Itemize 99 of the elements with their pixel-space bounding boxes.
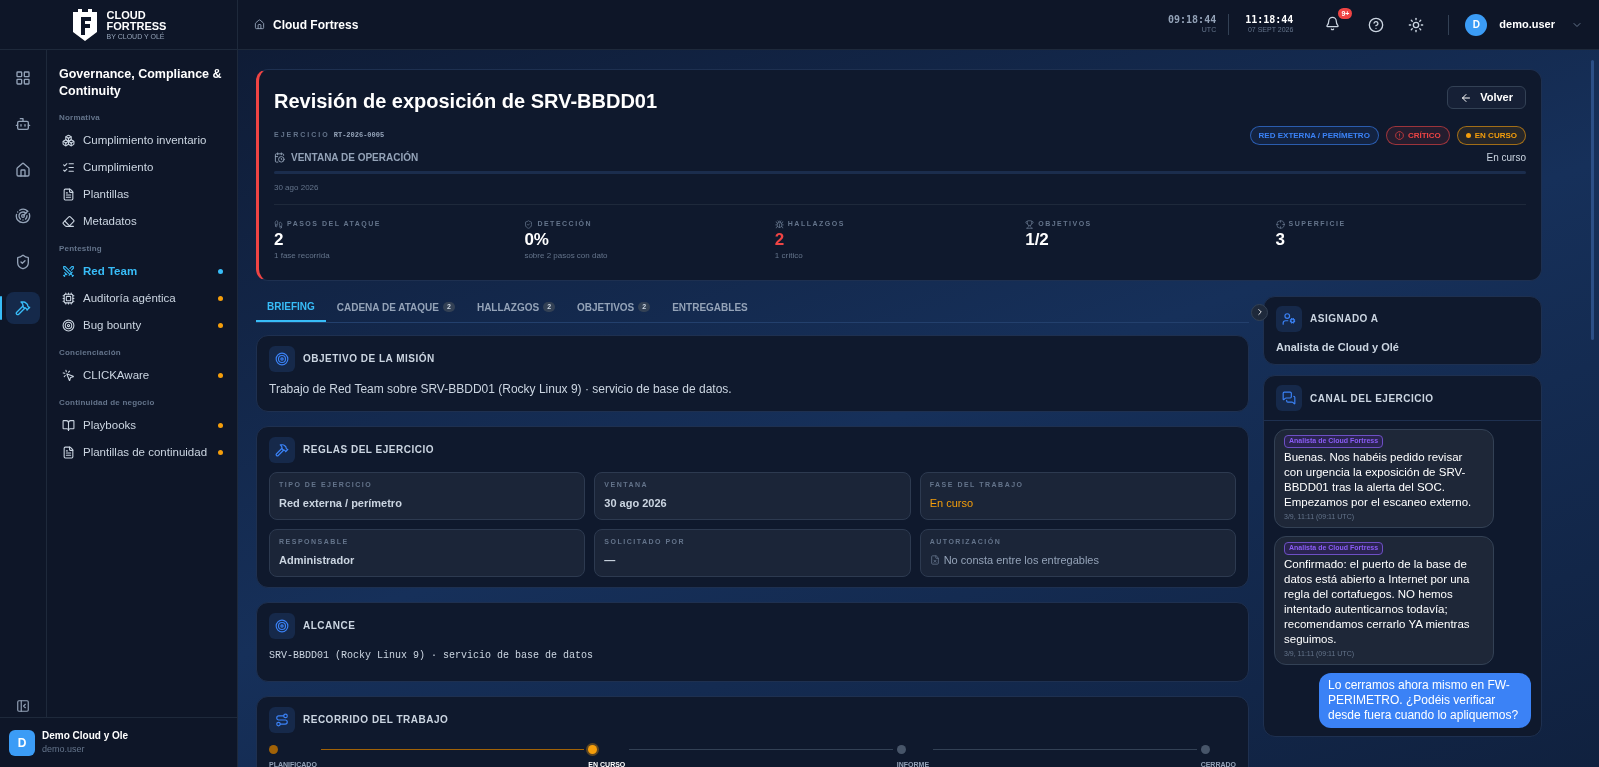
window-label: VENTANA DE OPERACIÓN [291,150,419,165]
hammer-icon [15,300,31,316]
field-value: En curso [929,496,974,511]
user-name[interactable]: demo.user [1499,16,1555,33]
mission-text: Trabajo de Red Team sobre SRV-BBDD01 (Rocky Linux 9) · servicio de base de datos. [269,380,733,398]
card-title: RECORRIDO DEL TRABAJO [303,713,449,727]
logo-icon [70,7,99,42]
chip-icon [62,292,75,305]
document-icon [62,446,75,459]
brand-name: CLOUD [106,9,147,21]
radar-icon [15,208,31,224]
window-status: En curso [1486,151,1526,165]
message-text: Buenas. Nos habéis pedido revisar con urgencia la exposición de SRV-BBDD01 tras la alerta del SOC. Empezamos por el escaneo externo. [1284,449,1473,510]
route-icon [269,706,295,733]
tag: CRÍTICO [1385,126,1450,145]
nav-title: Governance, Compliance & Continuity [59,66,223,100]
scope-text: SRV-BBDD01 (Rocky Linux 9) · servicio de base de datos [269,648,595,663]
target-icon [62,319,75,332]
crosshair-icon [1275,219,1285,229]
nav-item[interactable]: Red Team [59,258,225,285]
field-value: — [604,553,616,568]
missing-file-icon [929,555,940,566]
page-title: Revisión de exposición de SRV-BBDD01 [274,89,658,114]
alert-icon [1394,131,1404,140]
hammer-icon [269,436,295,463]
boxes-icon [62,134,75,147]
tag: EN CURSO [1456,126,1526,145]
book-icon [62,419,75,432]
back-button[interactable]: Volver [1447,86,1526,109]
scrollbar[interactable] [1591,60,1594,340]
robot-icon [15,116,31,132]
home-icon [15,162,31,178]
nav-item[interactable]: Cumplimiento inventario [59,127,225,154]
card-title: ALCANCE [303,619,356,633]
brand-name: FORTRESS [106,20,167,32]
theme-icon[interactable] [1408,16,1425,33]
tab[interactable]: ENTREGABLES [661,295,759,322]
tab[interactable]: BRIEFING [256,295,326,322]
stat-note: 1 crítico [774,249,804,262]
stat-value: 2 [774,229,786,250]
stat-value: 1/2 [1025,229,1050,250]
bug-icon [774,219,784,229]
shield-icon [15,254,31,270]
message-text: Confirmado: el puerto de la base de datos está abierto a Internet por una regla del cortafuegos. NO hemos intentado autenticarnos todavía; recomendamos cerrarlo YA mientras seguimos. [1284,556,1471,647]
nav-section-heading: Pentesting [59,243,103,255]
nav-section-heading: Concienciación [59,347,122,359]
footprints-icon [274,219,283,229]
arrow-left-icon [1460,91,1473,104]
trophy-icon [1025,219,1035,229]
nav-section-heading: Normativa [59,112,101,124]
calendar-icon [274,152,285,163]
document-icon [62,188,75,201]
rail-button[interactable] [6,292,40,324]
window-date: 30 ago 2026 [274,182,1526,205]
card-title: OBJETIVO DE LA MISIÓN [303,351,435,366]
stat-value: 2 [274,229,285,250]
stat-value: 3 [1275,229,1287,250]
eraser-icon [62,215,75,228]
field-value: Red externa / perímetro [279,496,402,511]
field-value: No consta entre los entregables [943,553,1099,568]
local-time: 11:18:44 [1245,13,1294,27]
nav-item[interactable]: Metadatos [59,208,225,235]
pointer-click-icon [62,369,75,382]
nav-item[interactable]: Auditoría agéntica [59,285,225,312]
checklist-icon [62,161,75,174]
active-indicator [0,296,2,320]
messages-icon [1276,385,1302,411]
nav-item[interactable]: CLICKAware [59,362,225,389]
nav-item[interactable]: Cumplimiento [59,154,225,181]
breadcrumb[interactable]: Cloud Fortress [273,15,359,34]
bell-icon [1325,15,1341,31]
nav-item[interactable]: Plantillas de continuidad [59,439,225,466]
nav-section-heading: Continuidad de negocio [59,397,156,409]
field-value: Administrador [279,553,355,568]
help-icon[interactable] [1368,16,1385,33]
card-title: REGLAS DEL EJERCICIO [303,443,434,457]
nav-item[interactable]: Plantillas [59,181,225,208]
grid-icon [15,70,31,86]
nav-item[interactable]: Playbooks [59,412,225,439]
field-value: 30 ago 2026 [604,496,667,511]
nav-item[interactable]: Bug bounty [59,312,225,339]
collapse-sidebar-icon[interactable] [16,699,30,713]
tag: RED EXTERNA / PERÍMETRO [1249,126,1379,145]
message-bubble: Lo cerramos ahora mismo en FW-PERIMETRO. ¿Podéis verificar desde fuera cuando lo apliquemos? [1319,673,1531,728]
user-icon [1276,305,1302,332]
target-icon [269,345,295,372]
home-icon[interactable] [254,19,265,30]
card-title: ASIGNADO A [1310,312,1379,326]
target-icon [269,612,295,639]
assigned-value: Analista de Cloud y Olé [1276,339,1400,355]
account-login: demo.user [42,743,86,757]
utc-time: 09:18:44 [1168,13,1217,27]
shield-icon [524,219,534,229]
stat-note: 1 fase recorrida [274,249,331,262]
stat-value: 0% [524,229,550,250]
card-title: CANAL DEL EJERCICIO [1310,391,1434,406]
swords-icon [62,265,75,278]
stat-note: sobre 2 pasos con dato [524,249,609,262]
account-name: Demo Cloud y Ole [42,729,129,744]
